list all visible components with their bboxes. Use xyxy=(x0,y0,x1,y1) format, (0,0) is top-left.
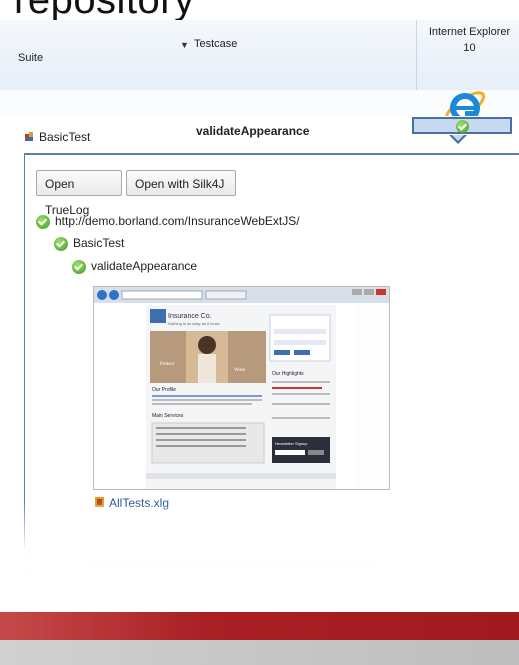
browser-name: Internet Explorer xyxy=(428,26,511,38)
svg-text:Work: Work xyxy=(234,368,245,373)
thumb-tagline: Nothing is as easy as it looks xyxy=(168,321,220,326)
grid-row-suite[interactable]: BasicTest xyxy=(24,130,90,144)
slide-title: repository xyxy=(14,0,195,22)
tree-item-suite-label: BasicTest xyxy=(73,236,125,250)
tree-item-testcase[interactable]: validateAppearance xyxy=(72,259,197,274)
column-divider xyxy=(416,20,417,90)
reflection-fade xyxy=(0,500,519,600)
svg-text:Protect: Protect xyxy=(160,362,175,367)
grid-row-testcase[interactable]: validateAppearance xyxy=(196,124,309,138)
chevron-down-icon[interactable]: ▼ xyxy=(180,40,189,50)
column-header-browser[interactable]: Internet Explorer 10 xyxy=(420,24,519,56)
suite-icon xyxy=(24,131,35,142)
thumb-site-name: Insurance Co. xyxy=(168,313,212,320)
thumb-section-newsletter: Newsletter Signup xyxy=(275,441,308,446)
browser-version: 10 xyxy=(463,42,476,54)
tree-item-suite[interactable]: BasicTest xyxy=(54,236,124,251)
thumb-section-services: Main Services xyxy=(152,413,184,419)
page-screenshot-thumbnail[interactable]: Insurance Co. Nothing is as easy as it l… xyxy=(93,286,390,490)
tree-item-testcase-label: validateAppearance xyxy=(91,259,198,273)
panel-border xyxy=(24,153,519,155)
screenshot-image: Insurance Co. Nothing is as easy as it l… xyxy=(94,287,389,489)
check-circle-icon xyxy=(72,259,86,274)
footer-red-band xyxy=(0,612,519,640)
check-circle-icon xyxy=(54,236,68,251)
column-header-suite[interactable]: Suite xyxy=(18,52,43,64)
thumb-section-highlights: Our Highlights xyxy=(272,371,304,377)
thumb-section-profile: Our Profile xyxy=(152,387,176,393)
tree-item-url-label: http://demo.borland.com/InsuranceWebExtJ… xyxy=(55,214,300,228)
open-with-silk4j-button[interactable]: Open with Silk4J xyxy=(126,170,236,196)
check-circle-icon xyxy=(36,214,50,229)
open-truelog-button[interactable]: Open TrueLog xyxy=(36,170,122,217)
tree-item-url[interactable]: http://demo.borland.com/InsuranceWebExtJ… xyxy=(36,214,300,229)
selection-pointer-fill xyxy=(452,135,464,141)
grid-row-suite-label: BasicTest xyxy=(39,130,91,144)
footer-grey-band xyxy=(0,640,519,665)
column-header-testcase[interactable]: Testcase xyxy=(194,38,237,50)
